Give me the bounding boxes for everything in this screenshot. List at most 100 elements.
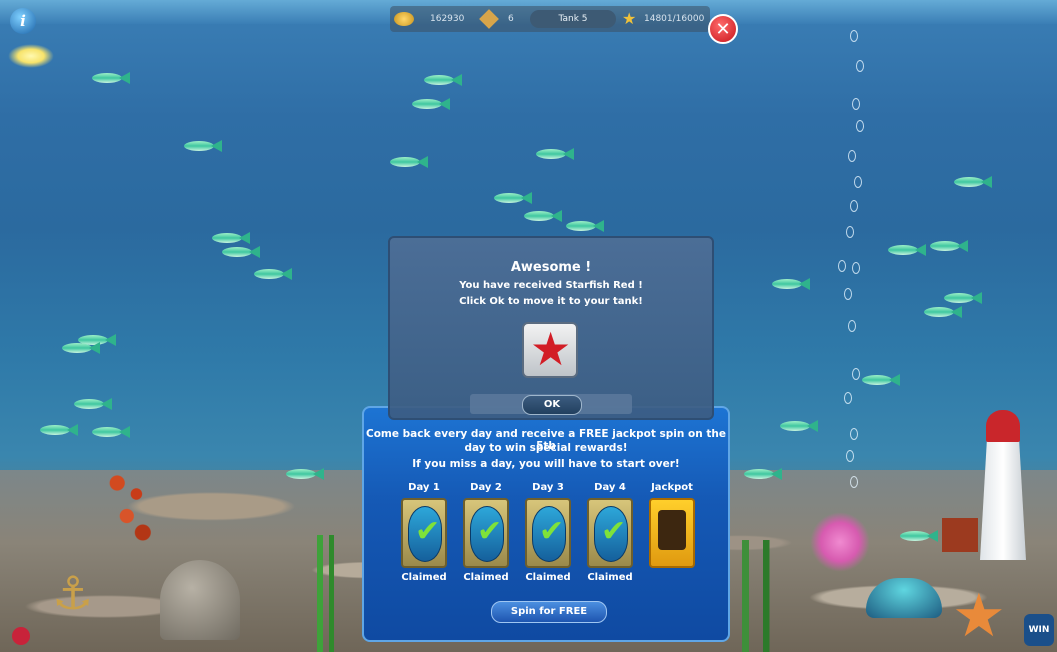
day-card: ✔ xyxy=(525,498,571,568)
fish[interactable] xyxy=(494,192,532,204)
fish[interactable] xyxy=(954,176,992,188)
fish[interactable] xyxy=(780,420,818,432)
bubble xyxy=(848,150,856,162)
fish[interactable] xyxy=(62,342,100,354)
day-label: Day 1 xyxy=(408,482,440,493)
fish[interactable] xyxy=(566,220,604,232)
spin-for-free-button[interactable]: Spin for FREE xyxy=(491,601,607,623)
star-icon: ★ xyxy=(622,9,637,28)
fish[interactable] xyxy=(254,268,292,280)
fish[interactable] xyxy=(92,426,130,438)
fish[interactable] xyxy=(212,232,250,244)
gems-icon xyxy=(479,9,499,29)
bubble xyxy=(844,288,852,300)
reward-item-frame: ★ xyxy=(522,322,578,378)
hut-decoration[interactable] xyxy=(942,518,978,552)
daily-reward-panel: Come back every day and receive a FREE j… xyxy=(362,406,730,642)
coins-icon xyxy=(394,12,414,26)
resource-bar: 162930 6 Tank 5 ★ 14801/16000 xyxy=(390,6,710,32)
red-starfish-icon: ★ xyxy=(530,322,572,376)
anchor-decoration[interactable]: ⚓ xyxy=(52,570,93,616)
coins-count: 162930 xyxy=(430,14,465,24)
day-token: ✔ xyxy=(408,506,442,562)
fish[interactable] xyxy=(184,140,222,152)
glowing-fish-icon[interactable] xyxy=(8,44,54,68)
fish[interactable] xyxy=(772,278,810,290)
bubble xyxy=(856,120,864,132)
day-label: Jackpot xyxy=(651,482,693,493)
award-message-line-2: Click Ok to move it to your tank! xyxy=(459,296,643,307)
pink-coral-decoration[interactable] xyxy=(810,512,870,572)
fish[interactable] xyxy=(944,292,982,304)
lighthouse-lamp xyxy=(986,410,1020,442)
award-title: Awesome ! xyxy=(510,260,592,275)
day-label: Day 2 xyxy=(470,482,502,493)
reward-message-line-2: day to win special rewards! xyxy=(464,442,628,454)
win-badge-icon[interactable]: WIN xyxy=(1024,614,1054,646)
bubble xyxy=(852,368,860,380)
tank-selector[interactable]: Tank 5 xyxy=(530,10,616,28)
seaweed-decoration[interactable] xyxy=(305,535,345,652)
bubble xyxy=(856,60,864,72)
fish[interactable] xyxy=(744,468,782,480)
lifebuoy-icon[interactable] xyxy=(12,627,30,645)
fish[interactable] xyxy=(900,530,938,542)
lighthouse-tower xyxy=(980,440,1026,560)
day-token: ✔ xyxy=(532,506,566,562)
checkmark-icon: ✔ xyxy=(539,514,565,549)
gems-count: 6 xyxy=(508,14,514,24)
claimed-label: Claimed xyxy=(525,572,571,583)
bubble xyxy=(838,260,846,272)
jackpot-card[interactable] xyxy=(649,498,695,568)
day-label: Day 3 xyxy=(532,482,564,493)
day-token: ✔ xyxy=(594,506,628,562)
lighthouse-decoration[interactable] xyxy=(976,410,1030,560)
red-coral-decoration[interactable] xyxy=(98,450,162,560)
checkmark-icon: ✔ xyxy=(415,514,441,549)
bubble xyxy=(854,176,862,188)
fish[interactable] xyxy=(286,468,324,480)
day-token: ✔ xyxy=(470,506,504,562)
bubble xyxy=(844,392,852,404)
fish[interactable] xyxy=(40,424,78,436)
info-icon[interactable]: i xyxy=(10,8,36,34)
fish[interactable] xyxy=(888,244,926,256)
day-card: ✔ xyxy=(463,498,509,568)
fish[interactable] xyxy=(222,246,260,258)
bubble xyxy=(846,226,854,238)
bubble xyxy=(848,320,856,332)
fish[interactable] xyxy=(524,210,562,222)
fish[interactable] xyxy=(536,148,574,160)
bubble xyxy=(850,200,858,212)
fish[interactable] xyxy=(930,240,968,252)
fish[interactable] xyxy=(412,98,450,110)
diving-bell-decoration[interactable] xyxy=(160,560,240,640)
day-card: ✔ xyxy=(587,498,633,568)
fish[interactable] xyxy=(424,74,462,86)
claimed-label: Claimed xyxy=(463,572,509,583)
treasure-chest-icon xyxy=(658,510,686,550)
fish[interactable] xyxy=(924,306,962,318)
ok-bar: OK xyxy=(470,394,632,415)
award-message-line-1: You have received Starfish Red ! xyxy=(459,280,643,291)
fish[interactable] xyxy=(92,72,130,84)
close-button[interactable]: ✕ xyxy=(708,14,738,44)
bubble xyxy=(850,30,858,42)
fish[interactable] xyxy=(390,156,428,168)
xp-progress: 14801/16000 xyxy=(644,14,705,24)
reward-message-line-3: If you miss a day, you will have to star… xyxy=(412,458,680,470)
fish[interactable] xyxy=(74,398,112,410)
claimed-label: Claimed xyxy=(587,572,633,583)
checkmark-icon: ✔ xyxy=(477,514,503,549)
aquarium-scene: i 162930 6 Tank 5 ★ 14801/16000 ✕ ⚓ ★ WI… xyxy=(0,0,1057,652)
ok-button[interactable]: OK xyxy=(522,395,582,415)
checkmark-icon: ✔ xyxy=(601,514,627,549)
seaweed-decoration[interactable] xyxy=(730,540,790,652)
bubble xyxy=(850,428,858,440)
bubble xyxy=(852,262,860,274)
fish[interactable] xyxy=(862,374,900,386)
bubble xyxy=(846,450,854,462)
day-label: Day 4 xyxy=(594,482,626,493)
claimed-label: Claimed xyxy=(401,572,447,583)
orange-starfish-decoration[interactable]: ★ xyxy=(952,586,1006,646)
